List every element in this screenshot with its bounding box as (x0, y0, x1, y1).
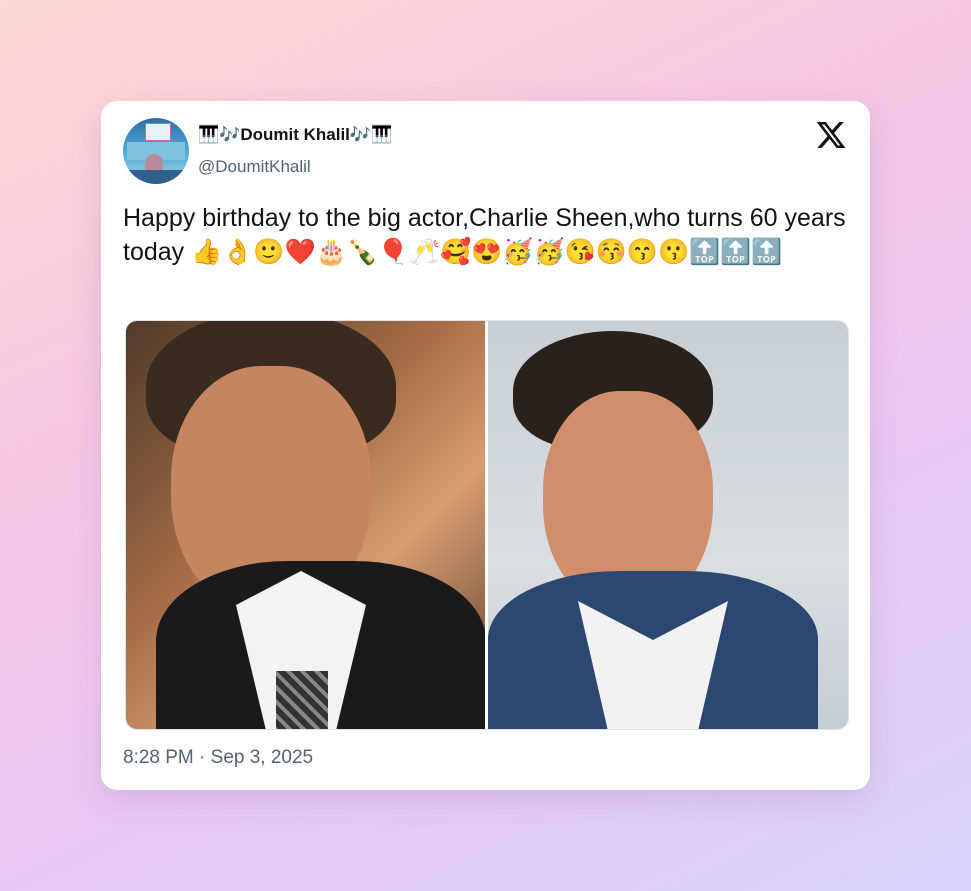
tweet-photo-1[interactable] (126, 321, 485, 729)
tweet-text: Happy birthday to the big actor,Charlie … (123, 204, 853, 266)
photo-1-tie (276, 671, 328, 729)
avatar[interactable] (123, 118, 189, 184)
avatar-screen-1 (145, 123, 171, 141)
media-grid[interactable] (125, 320, 849, 730)
tweet-card: 🎹🎶Doumit Khalil🎶🎹 @DoumitKhalil Happy bi… (101, 101, 870, 790)
x-logo-icon[interactable] (815, 119, 847, 151)
author-handle[interactable]: @DoumitKhalil (198, 157, 311, 177)
avatar-desk (123, 170, 189, 184)
tweet-photo-2[interactable] (488, 321, 848, 729)
tweet-timestamp[interactable]: 8:28 PM · Sep 3, 2025 (123, 747, 313, 769)
author-display-name[interactable]: 🎹🎶Doumit Khalil🎶🎹 (198, 125, 392, 145)
